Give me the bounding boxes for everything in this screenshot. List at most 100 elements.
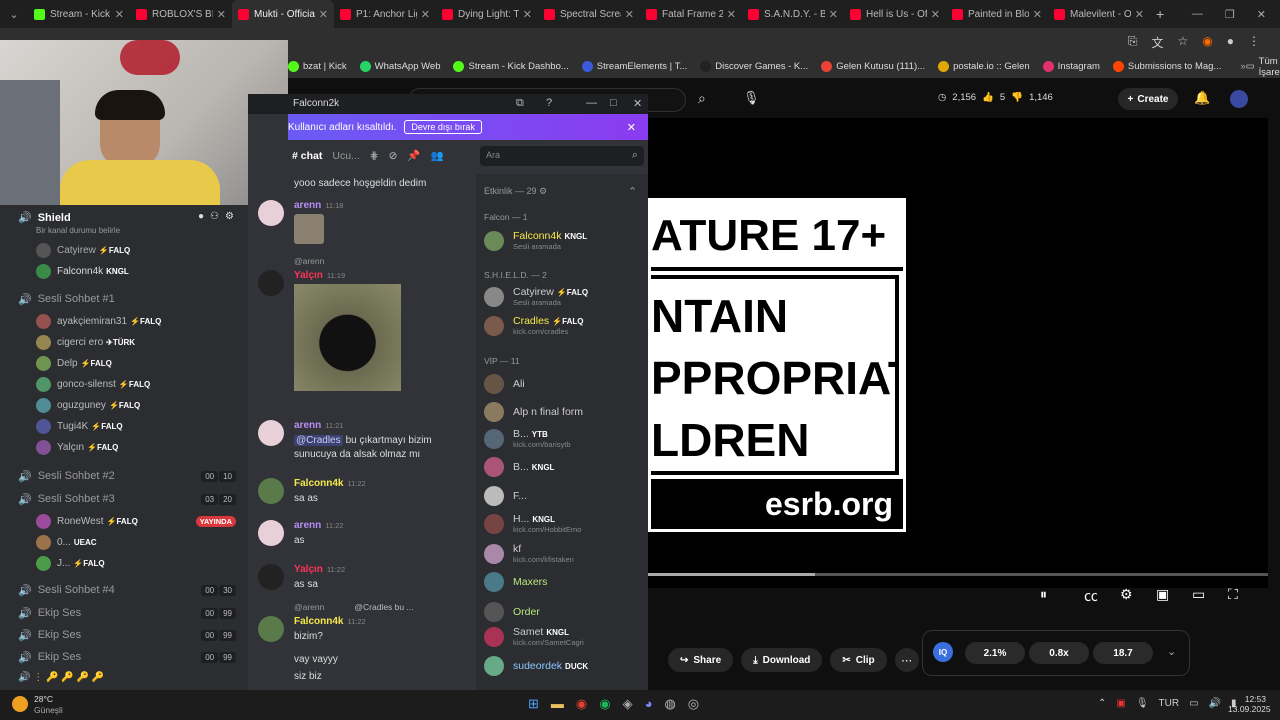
language-indicator[interactable]: TUR: [1159, 698, 1180, 709]
menu-icon[interactable]: ⋮: [1248, 34, 1260, 51]
member-row[interactable]: H... KNGL kick.com/HobbitEmo: [484, 513, 644, 534]
reply-preview[interactable]: @arenn @Cradles bu ...: [294, 602, 414, 612]
message-avatar[interactable]: [258, 420, 284, 446]
close-tab-icon[interactable]: ✕: [217, 8, 226, 21]
close-tab-icon[interactable]: ✕: [931, 8, 940, 21]
bookmark-star-icon[interactable]: ☆: [1178, 34, 1189, 51]
server-name[interactable]: 🔊 Shield: [18, 211, 71, 225]
more-icon[interactable]: ⋯: [894, 648, 919, 672]
close-tab-icon[interactable]: ✕: [727, 8, 736, 21]
close-window-icon[interactable]: ✕: [1257, 8, 1266, 21]
bell-icon[interactable]: 🔔: [1194, 90, 1210, 106]
status-hint[interactable]: Bir kanal durumu belirle: [36, 226, 120, 235]
bookmark-item[interactable]: bzat | Kick: [288, 61, 347, 72]
tab-ucu[interactable]: Ucu...: [332, 150, 359, 162]
message-avatar[interactable]: [258, 520, 284, 546]
bookmark-item[interactable]: Stream - Kick Dashbo...: [453, 61, 569, 72]
close-tab-icon[interactable]: ✕: [1033, 8, 1042, 21]
network-icon[interactable]: ▭: [1189, 698, 1198, 709]
close-tab-icon[interactable]: ✕: [1135, 8, 1144, 21]
obs-icon[interactable]: ◎: [688, 696, 699, 712]
new-tab-button[interactable]: +: [1156, 6, 1164, 22]
message-avatar[interactable]: [258, 200, 284, 226]
close-tab-icon[interactable]: ✕: [829, 8, 838, 21]
voice-user[interactable]: cigerci ero ✈TÜRK: [0, 332, 248, 353]
member-row[interactable]: Catyirew ⚡FALQ Sesli aramada: [484, 286, 644, 307]
voice-channel-4[interactable]: 🔊 Sesli Sohbet #4 00 30: [0, 579, 248, 601]
chevron-up-icon[interactable]: ⌃: [628, 185, 637, 198]
close-tab-icon[interactable]: ✕: [319, 8, 328, 21]
member-row[interactable]: Ali: [484, 374, 644, 394]
avatar[interactable]: [1230, 90, 1248, 108]
member-row[interactable]: Maxers: [484, 572, 644, 592]
bookmark-item[interactable]: Submissions to Mag...: [1112, 61, 1221, 72]
gear-icon[interactable]: ⚙: [225, 211, 234, 222]
mic-icon[interactable]: 🎙: [743, 90, 760, 106]
message-author[interactable]: Yalçın: [294, 564, 323, 575]
member-row[interactable]: Cradles ⚡FALQ kick.com/cradles: [484, 315, 644, 336]
settings-icon[interactable]: ⚙: [1120, 586, 1133, 603]
message-author[interactable]: Falconn4k: [294, 616, 343, 627]
cast-icon[interactable]: ⎘: [1128, 34, 1138, 51]
tab-1[interactable]: ROBLOX'S BIGG ✕: [130, 0, 232, 28]
fullscreen-icon[interactable]: ⛶: [1228, 586, 1238, 603]
member-row[interactable]: sudeordek DUCK: [484, 656, 644, 676]
member-row[interactable]: kf kick.com/kfistaken: [484, 543, 644, 564]
profile-icon[interactable]: ●: [1227, 34, 1234, 51]
close-icon[interactable]: ✕: [633, 97, 642, 110]
close-tab-icon[interactable]: ✕: [115, 8, 124, 21]
spotify-icon[interactable]: ◉: [599, 696, 610, 712]
tab-2[interactable]: Mukti - Officia ✕: [232, 0, 334, 28]
chevron-up-icon[interactable]: ⌃: [1098, 698, 1106, 709]
bookmark-item[interactable]: Instagram: [1042, 61, 1100, 72]
member-row[interactable]: Order: [484, 602, 644, 622]
voice-user[interactable]: Tugi4K ⚡FALQ: [0, 416, 248, 437]
voice-channel-ekip[interactable]: 🔊 Ekip Ses 00 99: [0, 624, 248, 646]
bookmark-item[interactable]: Discover Games - K...: [700, 61, 808, 72]
download-button[interactable]: ⤓ Download: [741, 648, 823, 672]
activity-header[interactable]: Etkinlik — 29 ⚙: [484, 186, 547, 197]
message-author[interactable]: Yalçın: [294, 270, 323, 281]
member-row[interactable]: Samet KNGL kick.com/SametCagri: [484, 626, 644, 647]
activity-icon[interactable]: ⚇: [210, 211, 219, 222]
tab-0[interactable]: Stream - Kick D ✕: [28, 0, 130, 28]
message-author[interactable]: arenn: [294, 520, 321, 531]
tab-7[interactable]: S.A.N.D.Y. - Ber ✕: [742, 0, 844, 28]
message-avatar[interactable]: [258, 616, 284, 642]
tab-5[interactable]: Spectral Screa ✕: [538, 0, 640, 28]
iq-badge[interactable]: IQ: [933, 642, 953, 662]
progress-bar[interactable]: [648, 573, 1268, 576]
maximize-icon[interactable]: □: [610, 97, 617, 109]
translate-icon[interactable]: 文: [1151, 34, 1163, 51]
mention[interactable]: @Cradles: [294, 435, 343, 446]
sticker-image[interactable]: [294, 214, 324, 244]
chat-bubble-icon[interactable]: ●: [198, 211, 204, 222]
tray-app-icon[interactable]: ▣: [1116, 698, 1125, 709]
maximize-icon[interactable]: ❐: [1225, 8, 1235, 21]
tab-chat[interactable]: # chat: [292, 150, 322, 162]
bookmark-item[interactable]: Gelen Kutusu (111)...: [821, 61, 925, 72]
voice-channel-ekip[interactable]: 🔊 Ekip Ses 00 99: [0, 646, 248, 668]
disable-button[interactable]: Devre dışı bırak: [404, 120, 482, 134]
message-author[interactable]: arenn: [294, 200, 321, 211]
voice-user[interactable]: ayakçiemiran31 ⚡FALQ: [0, 311, 248, 332]
close-tab-icon[interactable]: ✕: [523, 8, 532, 21]
voice-channel-2[interactable]: 🔊 Sesli Sohbet #2 00 10: [0, 465, 248, 487]
percent-pill[interactable]: 2.1%: [965, 642, 1025, 664]
app-icon[interactable]: ◈: [623, 696, 633, 712]
theater-icon[interactable]: ▭: [1192, 586, 1205, 603]
message-author[interactable]: arenn: [294, 420, 321, 431]
pin-icon[interactable]: 📌: [407, 149, 420, 162]
member-search-input[interactable]: Ara ⌕: [480, 146, 644, 166]
autoplay-toggle[interactable]: ⏸: [1040, 586, 1047, 603]
voice-channel-ekip[interactable]: 🔊 Ekip Ses 00 99: [0, 602, 248, 624]
discord-icon[interactable]: ◕: [645, 696, 653, 712]
miniplayer-icon[interactable]: ▣: [1156, 586, 1169, 603]
close-tab-icon[interactable]: ✕: [625, 8, 634, 21]
voice-user[interactable]: RoneWest ⚡FALQ YAYINDA: [0, 511, 248, 532]
mute-icon[interactable]: ⊘: [389, 150, 398, 162]
extension-icon[interactable]: ◉: [1202, 34, 1212, 51]
create-button[interactable]: + Create: [1118, 88, 1178, 110]
close-tab-icon[interactable]: ✕: [421, 8, 430, 21]
tab-4[interactable]: Dying Light: Th ✕: [436, 0, 538, 28]
